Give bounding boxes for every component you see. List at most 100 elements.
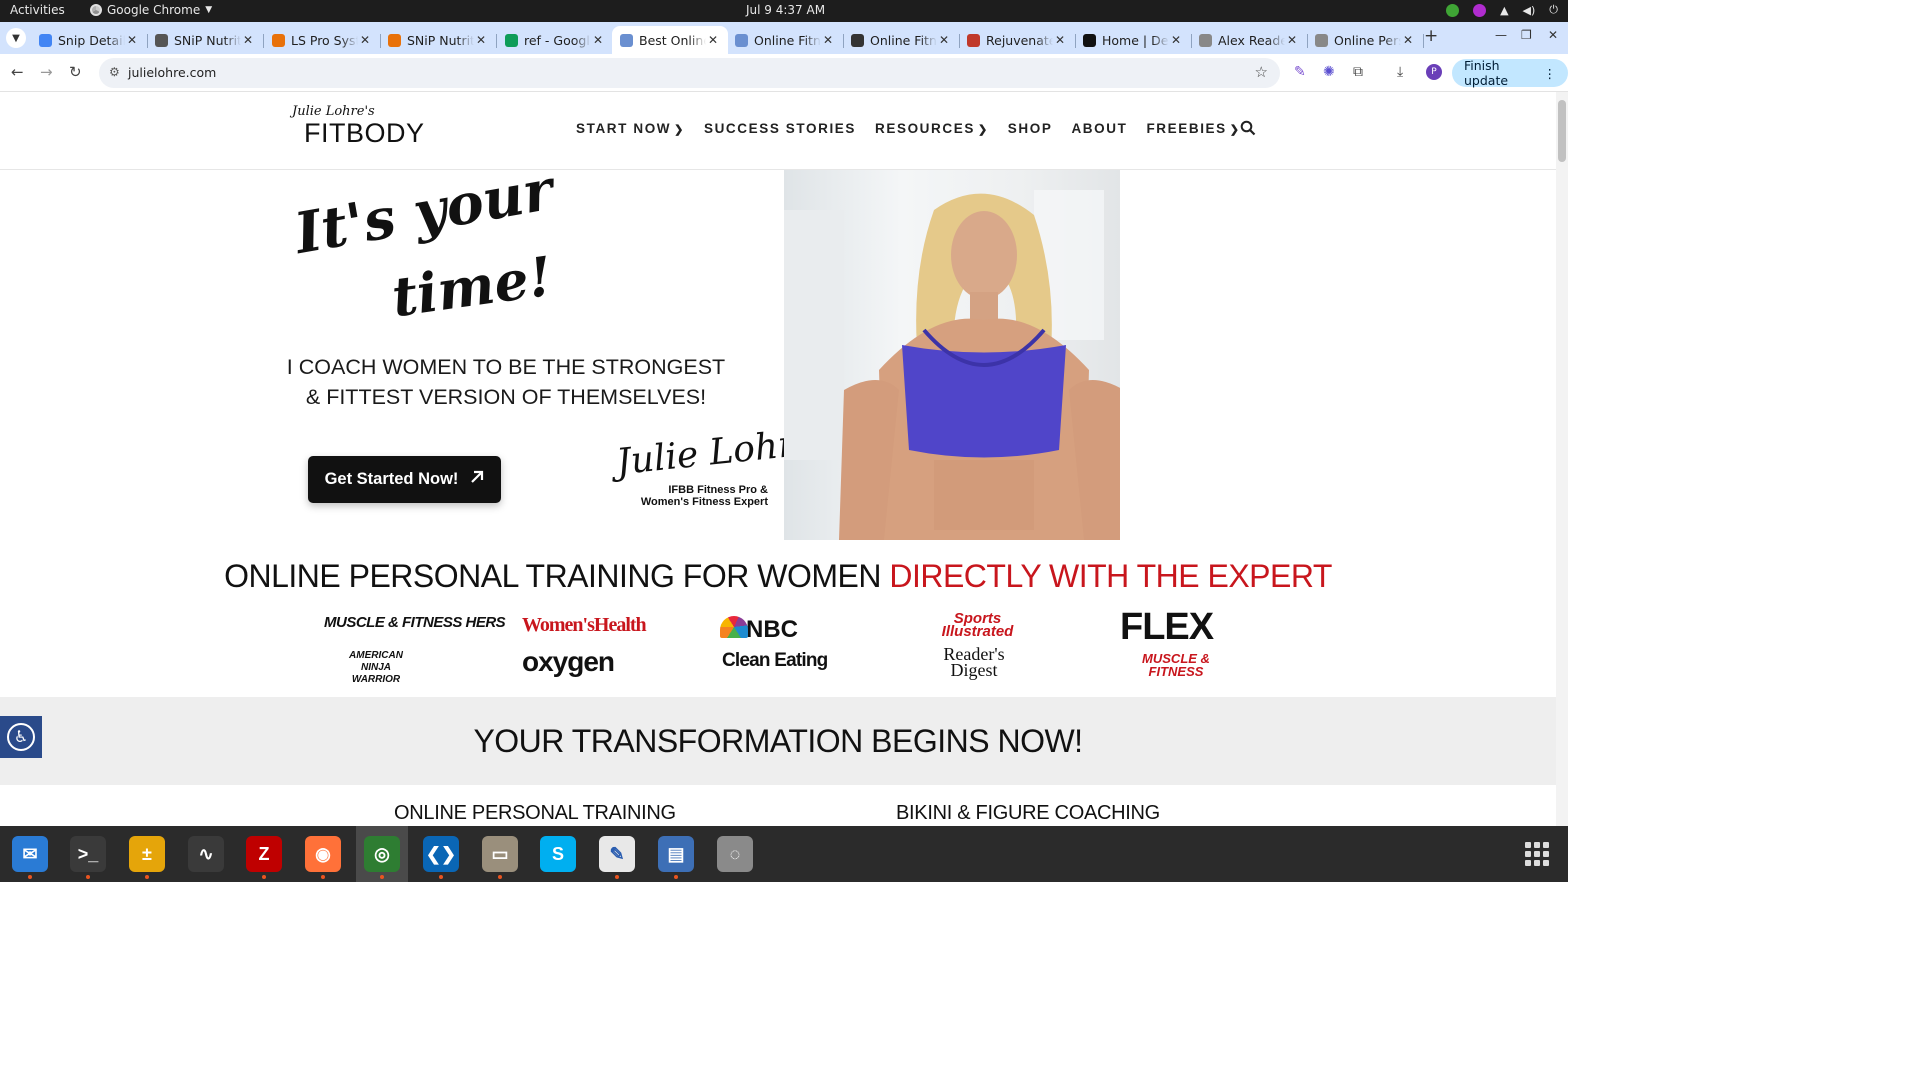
firefox-icon[interactable]: ◉ bbox=[305, 836, 341, 879]
nav-start-now[interactable]: START NOW ❯ bbox=[576, 121, 685, 136]
browser-tab[interactable]: Rejuvenate ✕ bbox=[959, 26, 1076, 54]
tagline-line-2: & FITTEST VERSION OF THEMSELVES! bbox=[305, 385, 707, 409]
chevron-down-icon: ❯ bbox=[674, 124, 685, 136]
activities-button[interactable]: Activities bbox=[10, 3, 65, 17]
document-viewer-icon[interactable]: ▤ bbox=[658, 836, 694, 879]
headline-red: DIRECTLY WITH THE EXPERT bbox=[889, 558, 1332, 594]
get-started-button[interactable]: Get Started Now! bbox=[308, 456, 501, 503]
close-tab-icon[interactable]: ✕ bbox=[1169, 33, 1183, 47]
page-scrollbar[interactable] bbox=[1556, 92, 1568, 826]
scrollbar-thumb[interactable] bbox=[1558, 100, 1566, 162]
clock[interactable]: Jul 9 4:37 AM bbox=[746, 3, 825, 17]
reload-button[interactable]: ↻ bbox=[69, 63, 82, 81]
bookmark-star-icon[interactable]: ☆ bbox=[1255, 63, 1268, 81]
browser-tab[interactable]: Online Personal✕ bbox=[1307, 26, 1424, 54]
browser-tab[interactable]: Online Fitness✕ bbox=[843, 26, 960, 54]
browser-tab[interactable]: Best Online Fitness✕ bbox=[612, 26, 728, 54]
restore-button[interactable]: ❐ bbox=[1521, 28, 1532, 42]
close-tab-icon[interactable]: ✕ bbox=[125, 33, 139, 47]
close-tab-icon[interactable]: ✕ bbox=[821, 33, 835, 47]
tab-search-button[interactable]: ▼ bbox=[6, 28, 26, 48]
calculator-icon[interactable]: ± bbox=[129, 836, 165, 879]
skype-icon[interactable]: S bbox=[540, 836, 576, 872]
system-monitor-icon[interactable]: ∿ bbox=[188, 836, 224, 872]
close-tab-icon[interactable]: ✕ bbox=[1053, 33, 1067, 47]
vscode-icon[interactable]: ❮❯ bbox=[423, 836, 459, 879]
download-icon[interactable]: ⤓ bbox=[1397, 64, 1403, 80]
power-icon[interactable]: ⏻ bbox=[1549, 3, 1558, 17]
browser-tab[interactable]: SNiP Nutrition✕ bbox=[380, 26, 497, 54]
minimize-button[interactable]: — bbox=[1495, 28, 1507, 42]
home-icon bbox=[1083, 33, 1096, 47]
nav-resources[interactable]: RESOURCES ❯ bbox=[875, 121, 989, 136]
volume-icon[interactable]: ◀) bbox=[1523, 4, 1536, 17]
program-bikini-figure[interactable]: BIKINI & FIGURE COACHING bbox=[896, 802, 1160, 825]
close-tab-icon[interactable]: ✕ bbox=[358, 33, 372, 47]
nav-about[interactable]: ABOUT bbox=[1071, 121, 1127, 136]
nav-success-stories[interactable]: SUCCESS STORIES bbox=[704, 121, 856, 136]
browser-tab[interactable]: SNiP Nutrition✕ bbox=[147, 26, 264, 54]
close-tab-icon[interactable]: ✕ bbox=[241, 33, 255, 47]
nav-shop[interactable]: SHOP bbox=[1008, 121, 1053, 136]
finish-update-button[interactable]: Finish update ⋮ bbox=[1452, 58, 1568, 88]
search-icon[interactable] bbox=[1240, 120, 1256, 140]
thunderbird-icon[interactable]: ✉ bbox=[12, 836, 48, 879]
press-logos: MUSCLE & FITNESS HERS AMERICAN NINJA WAR… bbox=[310, 606, 1250, 692]
close-tab-icon[interactable]: ✕ bbox=[474, 33, 488, 47]
forward-button[interactable]: → bbox=[40, 63, 53, 81]
signature-block: Julie Lohre IFBB Fitness Pro & Women's F… bbox=[612, 422, 818, 512]
browser-tab[interactable]: LS Pro System✕ bbox=[264, 26, 381, 54]
new-tab-button[interactable]: + bbox=[1424, 26, 1438, 46]
profile-avatar[interactable]: P bbox=[1426, 64, 1442, 80]
tab-label: Online Fitness bbox=[754, 32, 821, 48]
nav-freebies[interactable]: FREEBIES ❯ bbox=[1146, 121, 1240, 136]
extensions-icon[interactable]: ⧉ bbox=[1353, 64, 1363, 80]
app-name: Google Chrome bbox=[107, 3, 201, 17]
program-online-training[interactable]: ONLINE PERSONAL TRAINING bbox=[394, 802, 676, 825]
browser-tab[interactable]: Alex Reade ✕ bbox=[1191, 26, 1308, 54]
chrome-icon[interactable]: ◎ bbox=[364, 836, 400, 879]
browser-tab[interactable]: ref - Google Sheets✕ bbox=[497, 26, 614, 54]
pen-extension-icon[interactable]: ✎ bbox=[1294, 64, 1306, 80]
tab-label: Alex Reade bbox=[1218, 32, 1285, 48]
sheets-icon bbox=[505, 33, 518, 47]
back-button[interactable]: ← bbox=[11, 63, 24, 81]
address-bar[interactable]: ⚙ julielohre.com ☆ bbox=[99, 58, 1280, 88]
close-tab-icon[interactable]: ✕ bbox=[706, 33, 720, 47]
filezilla-icon[interactable]: Z bbox=[246, 836, 282, 879]
tab-label: Home | Dee bbox=[1102, 32, 1169, 48]
close-tab-icon[interactable]: ✕ bbox=[937, 33, 951, 47]
main-headline: ONLINE PERSONAL TRAINING FOR WOMEN DIREC… bbox=[0, 558, 1556, 595]
site-info-icon[interactable]: ⚙ bbox=[109, 65, 120, 79]
browser-tab[interactable]: Snip Details✕ bbox=[31, 26, 148, 54]
terminal-icon[interactable]: >_ bbox=[70, 836, 106, 879]
files-icon[interactable]: ▭ bbox=[482, 836, 518, 879]
close-tab-icon[interactable]: ✕ bbox=[591, 33, 605, 47]
app-menu[interactable]: Google Chrome ▼ bbox=[90, 3, 212, 17]
url-text[interactable]: julielohre.com bbox=[128, 65, 216, 80]
page-viewport: Julie Lohre's FITBODY START NOW ❯ SUCCESS… bbox=[0, 92, 1556, 826]
flex-logo: FLEX bbox=[1120, 606, 1214, 648]
network-icon[interactable]: ▲ bbox=[1500, 4, 1508, 17]
womens-health-logo: Women'sHealth bbox=[522, 614, 647, 636]
site-logo[interactable]: Julie Lohre's FITBODY bbox=[290, 102, 465, 152]
close-tab-icon[interactable]: ✕ bbox=[1285, 33, 1299, 47]
tab-strip: ▼ Snip Details✕SNiP Nutrition✕LS Pro Sys… bbox=[0, 22, 1568, 54]
close-tab-icon[interactable]: ✕ bbox=[1401, 33, 1415, 47]
page-icon bbox=[1315, 33, 1328, 47]
update-icon[interactable] bbox=[1446, 3, 1460, 17]
disc-icon[interactable]: ◌ bbox=[717, 836, 753, 872]
system-tray[interactable]: ▲ ◀) ⏻ bbox=[1446, 3, 1558, 17]
accessibility-button[interactable]: ♿ bbox=[0, 716, 42, 758]
ls-icon bbox=[272, 33, 285, 47]
text-editor-icon[interactable]: ✎ bbox=[599, 836, 635, 879]
browser-tab[interactable]: Online Fitness✕ bbox=[727, 26, 844, 54]
hero-section: It's your time! I COACH WOMEN TO BE THE … bbox=[0, 157, 1556, 540]
browser-tab[interactable]: Home | Dee ✕ bbox=[1075, 26, 1192, 54]
transformation-band: YOUR TRANSFORMATION BEGINS NOW! bbox=[0, 697, 1556, 785]
gear-extension-icon[interactable]: ✺ bbox=[1323, 64, 1335, 80]
show-apps-button[interactable] bbox=[1525, 842, 1549, 866]
color-picker-icon[interactable] bbox=[1473, 3, 1487, 17]
main-navigation: START NOW ❯ SUCCESS STORIES RESOURCES ❯ SH… bbox=[576, 121, 1260, 136]
close-window-button[interactable]: ✕ bbox=[1548, 28, 1558, 42]
